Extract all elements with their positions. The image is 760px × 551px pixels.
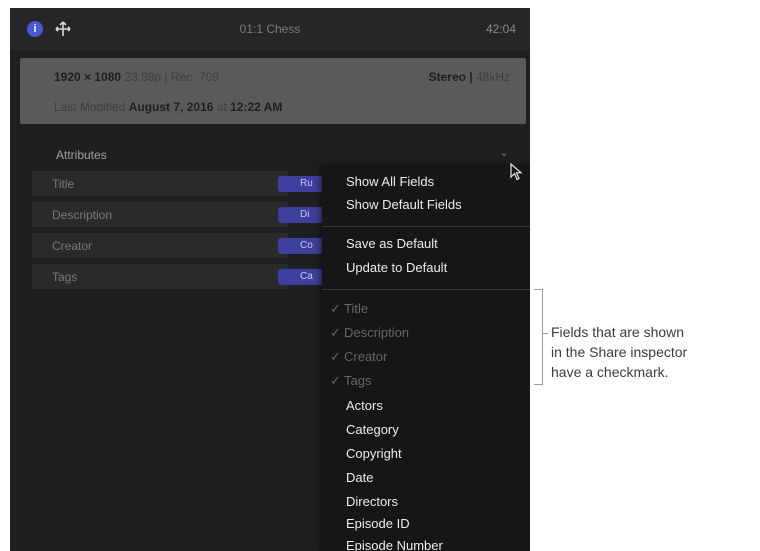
callout-text-line-1: Fields that are shown — [551, 324, 685, 340]
menu-item-field-category[interactable]: Category — [346, 422, 399, 437]
checkmark-icon: ✓ — [330, 373, 341, 388]
attribute-label: Description — [52, 208, 113, 222]
menu-item-save-as-default[interactable]: Save as Default — [346, 236, 438, 251]
menu-item-field-copyright[interactable]: Copyright — [346, 446, 402, 461]
audio-rate: 48kHz — [475, 70, 510, 84]
menu-separator — [322, 289, 530, 290]
inspector-header: i 01:1 Chess 42:04 — [10, 8, 530, 50]
attribute-row-creator: Creator — [32, 233, 288, 258]
checkmark-icon: ✓ — [330, 349, 341, 364]
share-icon[interactable] — [53, 20, 73, 38]
attribute-label: Tags — [52, 270, 78, 284]
menu-item-field-tags[interactable]: ✓ Tags — [330, 373, 371, 389]
callout-text-line-2: in the Share inspector — [551, 344, 688, 360]
resolution-text: 1920 × 1080 — [54, 70, 122, 84]
audio-label: Stereo | — [428, 70, 473, 84]
mouse-pointer-icon — [510, 163, 523, 181]
chevron-down-icon[interactable]: ⌄ — [500, 148, 508, 159]
metadata-fields-menu: Show All Fields Show Default Fields Save… — [322, 164, 530, 551]
modified-time: 12:22 AM — [230, 100, 283, 114]
checkmark-icon: ✓ — [330, 325, 341, 340]
format-info: 1920 × 1080 23.98p | Rec. 709 — [54, 70, 219, 84]
menu-item-label: Tags — [344, 373, 372, 388]
menu-item-field-episode-number[interactable]: Episode Number — [346, 538, 443, 551]
callout-text-line-3: have a checkmark. — [551, 364, 669, 380]
menu-item-label: Creator — [344, 349, 388, 364]
callout-bracket — [534, 289, 543, 385]
summary-box: 1920 × 1080 23.98p | Rec. 709 Stereo | 4… — [20, 58, 526, 124]
menu-item-label: Description — [344, 325, 410, 340]
attribute-row-tags: Tags — [32, 264, 288, 289]
project-duration: 42:04 — [485, 22, 516, 36]
menu-item-field-actors[interactable]: Actors — [346, 398, 383, 413]
frame-rate-text: 23.98p | Rec. 709 — [124, 70, 219, 84]
menu-item-field-directors[interactable]: Directors — [346, 494, 398, 509]
attribute-row-title: Title — [32, 171, 288, 196]
audio-info: Stereo | 48kHz — [429, 70, 510, 84]
menu-item-field-creator[interactable]: ✓ Creator — [330, 349, 387, 365]
share-inspector-panel: i 01:1 Chess 42:04 1920 × 1080 23.98p | … — [10, 8, 530, 551]
menu-item-field-description[interactable]: ✓ Description — [330, 325, 409, 341]
menu-item-field-title[interactable]: ✓ Title — [330, 301, 368, 317]
menu-item-show-all-fields[interactable]: Show All Fields — [346, 174, 434, 189]
attribute-row-description: Description — [32, 202, 288, 227]
menu-item-field-episode-id[interactable]: Episode ID — [346, 516, 410, 531]
attribute-label: Creator — [52, 239, 93, 253]
info-icon[interactable]: i — [27, 21, 43, 37]
menu-item-update-to-default[interactable]: Update to Default — [346, 260, 447, 275]
modified-info: Last Modified August 7, 2016 at 12:22 AM — [54, 100, 282, 114]
menu-item-field-date[interactable]: Date — [346, 470, 373, 485]
modified-at: at — [216, 100, 227, 114]
menu-item-show-default-fields[interactable]: Show Default Fields — [346, 197, 462, 212]
menu-separator — [322, 226, 530, 227]
checkmark-icon: ✓ — [330, 301, 341, 316]
modified-date: August 7, 2016 — [128, 100, 214, 114]
attributes-heading: Attributes — [56, 148, 107, 162]
menu-item-label: Title — [344, 301, 369, 316]
modified-prefix: Last Modified — [54, 100, 126, 114]
project-title: 01:1 Chess — [239, 22, 301, 36]
attribute-label: Title — [52, 177, 75, 191]
callout-bracket-tick — [542, 333, 548, 334]
